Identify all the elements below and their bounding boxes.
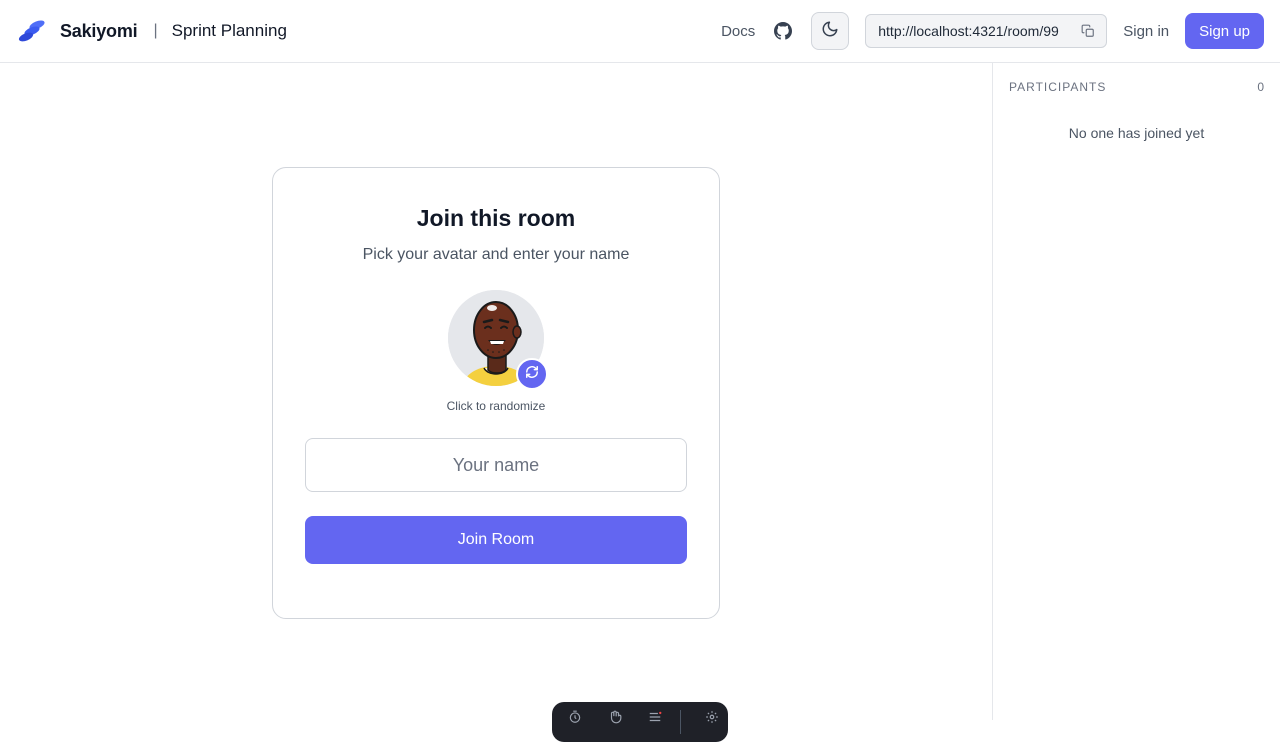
theme-toggle-button[interactable] [811,12,850,50]
refresh-icon [525,365,539,384]
room-title: Sprint Planning [171,21,287,40]
name-input[interactable] [305,438,687,492]
join-room-card: Join this room Pick your avatar and ente… [272,167,720,619]
menu-icon[interactable] [646,710,664,724]
room-url-box[interactable]: http://localhost:4321/room/99 [865,14,1108,48]
top-header: Sakiyomi | Sprint Planning Docs http://l… [0,0,1280,63]
copy-icon[interactable] [1080,23,1096,39]
participants-header: PARTICIPANTS 0 [1009,79,1264,95]
card-title: Join this room [416,205,576,231]
participants-label: PARTICIPANTS [1009,80,1107,94]
moon-icon [821,20,839,43]
sign-in-link[interactable]: Sign in [1123,23,1169,40]
sakiyomi-logo-icon [18,20,46,42]
sign-up-button[interactable]: Sign up [1185,13,1264,49]
brand-name[interactable]: Sakiyomi [60,21,138,42]
docs-link[interactable]: Docs [721,23,755,40]
randomize-hint: Click to randomize [446,399,546,413]
participants-sidebar: PARTICIPANTS 0 No one has joined yet [992,63,1280,720]
toolbar-divider [680,710,681,734]
title-separator: | [153,22,158,39]
join-room-button[interactable]: Join Room [305,516,687,564]
github-icon[interactable] [769,17,797,45]
brand[interactable]: Sakiyomi [18,20,138,42]
timer-icon[interactable] [566,710,584,724]
room-url[interactable]: http://localhost:4321/room/99 [878,23,1074,39]
gear-icon[interactable] [703,710,721,724]
hand-icon[interactable] [606,710,624,724]
card-subtitle: Pick your avatar and enter your name [362,246,630,263]
randomize-avatar-button[interactable] [516,358,548,390]
participants-empty-message: No one has joined yet [1068,125,1205,141]
avatar-picker[interactable] [448,290,548,390]
header-actions: Docs http://localhost:4321/room/99 Sign [721,12,1264,50]
floating-toolbar [552,702,728,742]
participants-count: 0 [1257,80,1264,94]
